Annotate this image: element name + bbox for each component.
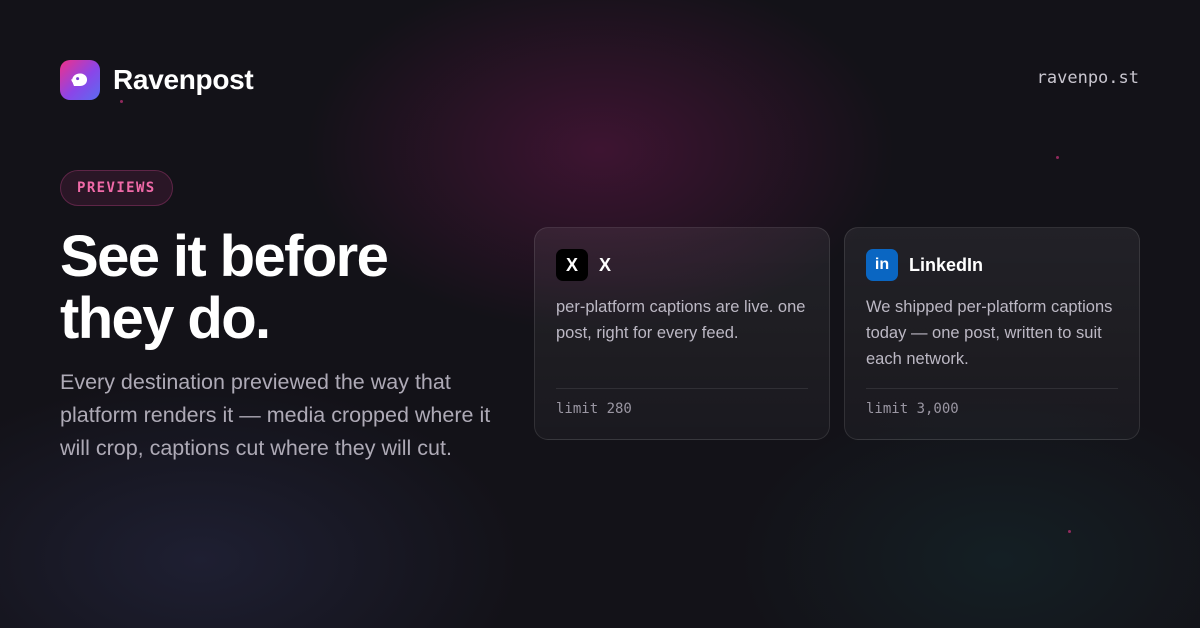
caption-preview: per-platform captions are live. one post… [556, 298, 806, 342]
linkedin-logo-icon: in [866, 249, 898, 281]
brand-name: Ravenpost [113, 64, 254, 95]
x-logo-glyph: X [565, 254, 578, 275]
linkedin-logo-glyph: in [874, 256, 890, 273]
character-limit: limit 280 [556, 401, 632, 417]
card-divider [556, 388, 808, 389]
caption-preview: We shipped per-platform captions today —… [866, 298, 1113, 368]
headline: See it before they do. [60, 226, 520, 350]
preview-card-linkedin[interactable]: in LinkedIn We shipped per-platform capt… [844, 227, 1140, 440]
site-domain[interactable]: ravenpo.st [1037, 68, 1139, 88]
raven-bird-icon [60, 60, 100, 100]
headline-line-2: they do. [60, 286, 271, 351]
platform-name: LinkedIn [909, 254, 984, 275]
card-header: in LinkedIn [866, 249, 983, 281]
sparkle-dot [1068, 530, 1071, 533]
card-divider [866, 388, 1118, 389]
subheadline: Every destination previewed the way that… [60, 370, 491, 460]
card-header: X X [556, 249, 611, 281]
sparkle-dot [1056, 156, 1059, 159]
brand[interactable]: Ravenpost [60, 60, 254, 100]
headline-line-1: See it before [60, 224, 389, 289]
section-badge: PREVIEWS [60, 170, 173, 206]
sparkle-dot [120, 100, 123, 103]
preview-card-x[interactable]: X X per-platform captions are live. one … [534, 227, 830, 440]
character-limit: limit 3,000 [866, 401, 959, 417]
x-logo-icon: X [556, 249, 588, 281]
platform-name: X [599, 254, 612, 275]
